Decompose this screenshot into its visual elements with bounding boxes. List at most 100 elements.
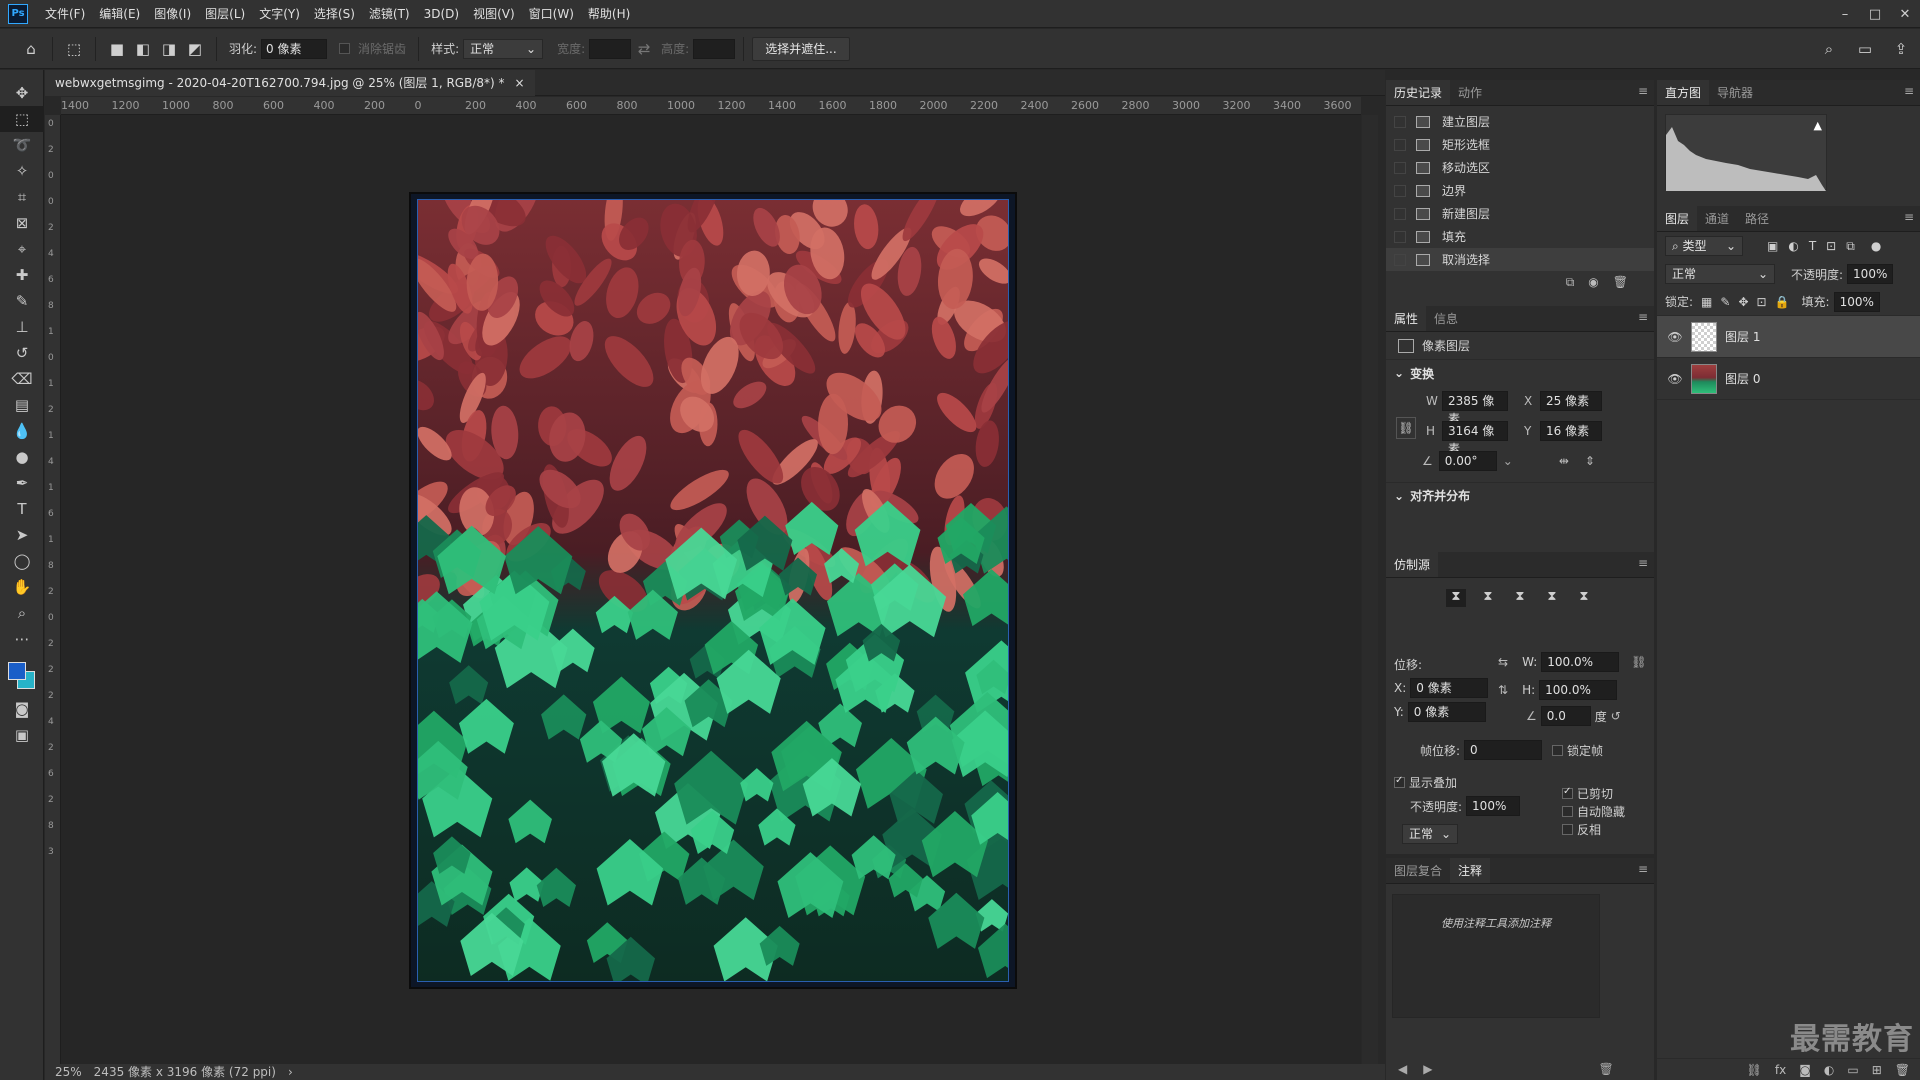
- clone-y-field[interactable]: 0 像素: [1407, 702, 1486, 722]
- layer-style-icon[interactable]: fx: [1775, 1063, 1786, 1077]
- move-tool-icon[interactable]: ✥: [0, 80, 44, 106]
- previous-note-icon[interactable]: ◀: [1398, 1062, 1407, 1076]
- history-item[interactable]: 边界: [1386, 179, 1654, 202]
- zoom-tool-icon[interactable]: ⌕: [0, 600, 44, 626]
- dodge-tool-icon[interactable]: ●: [0, 444, 44, 470]
- swap-icon[interactable]: ⇄: [631, 36, 657, 62]
- frame-tool-icon[interactable]: ⊠: [0, 210, 44, 236]
- tab-navigator[interactable]: 导航器: [1709, 80, 1761, 105]
- history-item-active[interactable]: 取消选择: [1386, 248, 1654, 271]
- canvas-area[interactable]: [61, 115, 1361, 1065]
- menu-window[interactable]: 窗口(W): [522, 0, 581, 28]
- document-canvas[interactable]: [409, 192, 1017, 989]
- search-icon[interactable]: ⌕: [1816, 36, 1842, 62]
- path-selection-tool-icon[interactable]: ➤: [0, 522, 44, 548]
- layer-opacity-field[interactable]: 100%: [1847, 264, 1894, 284]
- menu-select[interactable]: 选择(S): [307, 0, 362, 28]
- maximize-button[interactable]: □: [1860, 0, 1890, 28]
- type-tool-icon[interactable]: T: [0, 496, 44, 522]
- tab-channels[interactable]: 通道: [1697, 206, 1737, 231]
- select-and-mask-button[interactable]: 选择并遮住...: [752, 36, 850, 61]
- zoom-level[interactable]: 25%: [55, 1064, 82, 1080]
- eyedropper-tool-icon[interactable]: ⌖: [0, 236, 44, 262]
- eye-icon[interactable]: 👁: [1667, 372, 1683, 386]
- clone-height-field[interactable]: 100.0%: [1539, 680, 1618, 700]
- width-input[interactable]: [589, 38, 632, 59]
- eraser-tool-icon[interactable]: ⌫: [0, 366, 44, 392]
- subtract-selection-icon[interactable]: ◨: [156, 36, 182, 62]
- tab-properties[interactable]: 属性: [1386, 306, 1427, 331]
- flip-horizontal-icon[interactable]: ⇹: [1559, 454, 1569, 468]
- menu-view[interactable]: 视图(V): [466, 0, 522, 28]
- screen-mode-icon[interactable]: ▣: [0, 722, 44, 748]
- history-item[interactable]: 新建图层: [1386, 202, 1654, 225]
- clone-width-field[interactable]: 100.0%: [1541, 652, 1620, 672]
- tab-notes[interactable]: 注释: [1450, 858, 1491, 883]
- clone-angle-field[interactable]: 0.0: [1540, 706, 1591, 726]
- foreground-color-swatch[interactable]: [8, 662, 26, 680]
- clone-source-3-icon[interactable]: ⧗: [1510, 589, 1530, 607]
- reset-icon[interactable]: ↺: [1611, 709, 1621, 723]
- crop-tool-icon[interactable]: ⌗: [0, 184, 44, 210]
- chevron-down-icon[interactable]: ⌄: [1394, 366, 1404, 380]
- warning-icon[interactable]: ▲: [1814, 119, 1822, 132]
- lasso-tool-icon[interactable]: ➰: [0, 132, 44, 158]
- vertical-ruler[interactable]: 02002468101214161820222426283: [45, 115, 61, 1065]
- tab-layer-comps[interactable]: 图层复合: [1386, 858, 1450, 883]
- minimize-button[interactable]: –: [1830, 0, 1860, 28]
- tab-paths[interactable]: 路径: [1737, 206, 1777, 231]
- hand-tool-icon[interactable]: ✋: [0, 574, 44, 600]
- menu-type[interactable]: 文字(Y): [252, 0, 307, 28]
- close-tab-icon[interactable]: ×: [515, 70, 525, 96]
- panel-menu-icon[interactable]: ≡: [1638, 556, 1648, 570]
- clone-x-field[interactable]: 0 像素: [1410, 678, 1489, 698]
- rect-marquee-preset-icon[interactable]: ⬚: [61, 36, 87, 62]
- tab-histogram[interactable]: 直方图: [1657, 80, 1710, 105]
- healing-brush-tool-icon[interactable]: ✚: [0, 262, 44, 288]
- angle-field[interactable]: 0.00°: [1438, 451, 1497, 471]
- panel-menu-icon[interactable]: ≡: [1638, 862, 1648, 876]
- blur-tool-icon[interactable]: 💧: [0, 418, 44, 444]
- new-layer-icon[interactable]: ⊞: [1872, 1063, 1882, 1077]
- menu-help[interactable]: 帮助(H): [581, 0, 637, 28]
- history-brush-tool-icon[interactable]: ↺: [0, 340, 44, 366]
- pen-tool-icon[interactable]: ✒: [0, 470, 44, 496]
- document-tab[interactable]: webwxgetmsgimg - 2020-04-20T162700.794.j…: [45, 70, 535, 96]
- more-tools-icon[interactable]: ⋯: [0, 626, 44, 652]
- menu-filter[interactable]: 滤镜(T): [362, 0, 417, 28]
- new-selection-icon[interactable]: ■: [104, 36, 130, 62]
- link-layers-icon[interactable]: ⛓: [1747, 1063, 1762, 1077]
- menu-3d[interactable]: 3D(D): [417, 0, 466, 28]
- filter-shape-icon[interactable]: ⊡: [1826, 239, 1836, 253]
- intersect-selection-icon[interactable]: ◩: [182, 36, 208, 62]
- menu-layer[interactable]: 图层(L): [198, 0, 252, 28]
- show-overlay-checkbox[interactable]: [1394, 775, 1405, 788]
- workspace-icon[interactable]: ▭: [1852, 36, 1878, 62]
- rect-marquee-tool-icon[interactable]: ⬚: [0, 106, 44, 132]
- layer-fill-field[interactable]: 100%: [1833, 291, 1880, 312]
- flip-icon[interactable]: ⇆: [1498, 655, 1508, 669]
- trash-icon[interactable]: 🗑: [1598, 1062, 1613, 1076]
- tab-actions[interactable]: 动作: [1450, 80, 1490, 105]
- filter-type-icon[interactable]: T: [1809, 239, 1816, 253]
- link-icon[interactable]: ⛓: [1631, 655, 1646, 669]
- canvas-vertical-scrollbar[interactable]: [1362, 115, 1378, 1065]
- ellipse-tool-icon[interactable]: ◯: [0, 548, 44, 574]
- lock-image-icon[interactable]: ✎: [1720, 295, 1730, 309]
- filter-smart-object-icon[interactable]: ⧉: [1846, 239, 1855, 254]
- share-icon[interactable]: ⇪: [1888, 36, 1914, 62]
- notes-area[interactable]: 使用注释工具添加注释: [1392, 894, 1600, 1018]
- history-item[interactable]: 移动选区: [1386, 156, 1654, 179]
- next-note-icon[interactable]: ▶: [1423, 1062, 1432, 1076]
- flip-vertical-icon[interactable]: ⇕: [1585, 454, 1595, 468]
- new-group-icon[interactable]: ▭: [1847, 1063, 1858, 1077]
- horizontal-ruler[interactable]: 1400 1200 1000 800 600 400 200 0 200 400 600 800 100…: [61, 97, 1361, 115]
- filter-adjustment-icon[interactable]: ◐: [1788, 239, 1798, 253]
- lock-all-icon[interactable]: 🔒: [1775, 295, 1790, 309]
- tab-history[interactable]: 历史记录: [1386, 80, 1451, 105]
- brush-tool-icon[interactable]: ✎: [0, 288, 44, 314]
- layer-blend-mode-select[interactable]: 正常 ⌄: [1665, 264, 1775, 284]
- clipped-checkbox[interactable]: [1562, 786, 1573, 799]
- layer-mask-icon[interactable]: ◙: [1799, 1063, 1811, 1077]
- lock-transparent-icon[interactable]: ▦: [1701, 295, 1712, 309]
